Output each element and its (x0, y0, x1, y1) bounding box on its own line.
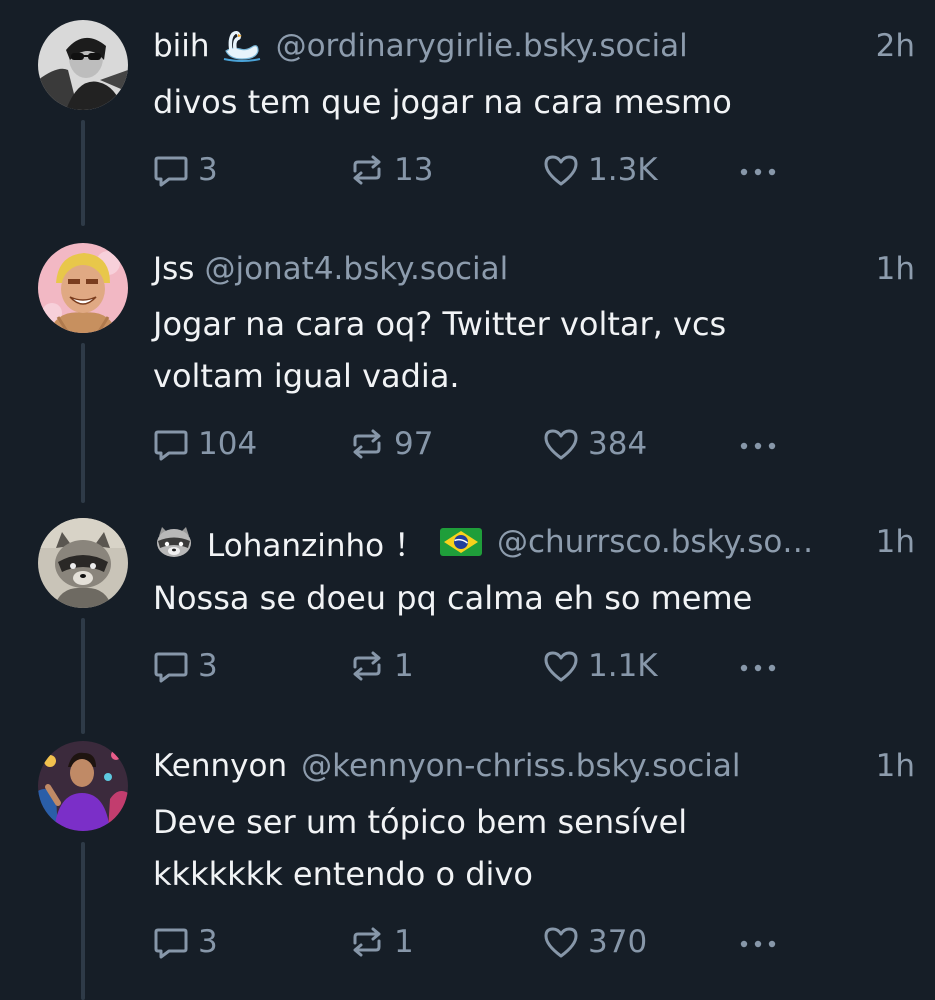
author-name[interactable]: Lohanzinho ！ (207, 520, 425, 565)
reply-button[interactable]: 3 (152, 920, 218, 964)
heart-icon (544, 155, 578, 186)
ellipsis-icon (740, 664, 776, 672)
woman-sunglasses-avatar[interactable] (38, 20, 128, 110)
ellipsis-icon (740, 940, 776, 948)
reply-count: 104 (198, 426, 258, 462)
brazil-flag-emoji (439, 526, 483, 558)
post-text: divos tem que jogar na cara mesmo (153, 76, 893, 128)
repost-button[interactable]: 1 (348, 920, 414, 964)
author-name[interactable]: biih (153, 28, 210, 64)
heart-icon (544, 927, 578, 958)
reply-icon (154, 156, 188, 187)
heart-icon (544, 651, 578, 682)
post-actions: 3 13 1.3K (150, 148, 800, 192)
post-text-line: divos tem que jogar na cara mesmo (153, 83, 732, 121)
reply-icon (154, 430, 188, 461)
reply-count: 3 (198, 152, 218, 188)
post-header: Kennyon @kennyon-chriss.bsky.social 1h (153, 744, 915, 788)
post-header: Lohanzinho ！ @churrsco.bsky.so… 1h (153, 520, 915, 564)
repost-count: 1 (394, 924, 414, 960)
raccoon-emoji (153, 524, 195, 560)
post-timestamp[interactable]: 1h (868, 251, 915, 287)
post-text: Nossa se doeu pq calma eh so meme (153, 572, 893, 624)
post-actions: 3 1 370 (150, 920, 800, 964)
post-text: Deve ser um tópico bem sensível kkkkkkk … (153, 796, 893, 900)
post-header: biih @ordinarygirlie.bsky.social 2h (153, 24, 915, 68)
more-options-button[interactable] (738, 148, 778, 192)
post-text: Jogar na cara oq? Twitter voltar, vcs vo… (153, 298, 893, 402)
reply-icon (154, 928, 188, 959)
ellipsis-icon (740, 442, 776, 450)
anime-character-avatar[interactable] (38, 243, 128, 333)
repost-button[interactable]: 1 (348, 644, 414, 688)
post-timestamp[interactable]: 2h (868, 28, 915, 64)
repost-icon (353, 927, 381, 957)
post[interactable]: biih @ordinarygirlie.bsky.social 2h divo… (0, 0, 935, 220)
post-text-line: Jogar na cara oq? Twitter voltar, vcs (153, 305, 727, 343)
ellipsis-icon (740, 168, 776, 176)
heart-icon (544, 429, 578, 460)
reply-button[interactable]: 3 (152, 148, 218, 192)
repost-icon (353, 429, 381, 459)
like-button[interactable]: 370 (542, 920, 647, 964)
like-button[interactable]: 1.1K (542, 644, 658, 688)
like-button[interactable]: 384 (542, 422, 647, 466)
repost-icon (353, 155, 381, 185)
author-handle[interactable]: @churrsco.bsky.so… (497, 524, 813, 560)
repost-count: 1 (394, 648, 414, 684)
post-text-line: kkkkkkk entendo o divo (153, 855, 533, 893)
reply-button[interactable]: 104 (152, 422, 257, 466)
author-name[interactable]: Jss (153, 251, 194, 287)
post-header: Jss @jonat4.bsky.social 1h (153, 247, 915, 291)
raccoon-avatar[interactable] (38, 518, 128, 608)
post-text-line: voltam igual vadia. (153, 357, 460, 395)
like-button[interactable]: 1.3K (542, 148, 658, 192)
like-count: 370 (588, 924, 648, 960)
repost-icon (353, 651, 381, 681)
repost-count: 97 (394, 426, 434, 462)
post-text-line: Nossa se doeu pq calma eh so meme (153, 579, 753, 617)
author-name[interactable]: Kennyon (153, 748, 287, 784)
post[interactable]: Kennyon @kennyon-chriss.bsky.social 1h D… (0, 724, 935, 1000)
post-timestamp[interactable]: 1h (870, 524, 915, 560)
like-count: 1.1K (588, 648, 658, 684)
reply-count: 3 (198, 648, 218, 684)
like-count: 1.3K (588, 152, 658, 188)
more-options-button[interactable] (738, 422, 778, 466)
post-timestamp[interactable]: 1h (868, 748, 915, 784)
more-options-button[interactable] (738, 644, 778, 688)
post-actions: 3 1 1.1K (150, 644, 800, 688)
reply-button[interactable]: 3 (152, 644, 218, 688)
author-handle[interactable]: @kennyon-chriss.bsky.social (301, 748, 740, 784)
repost-button[interactable]: 13 (348, 148, 433, 192)
swan-emoji (222, 29, 262, 63)
author-handle[interactable]: @ordinarygirlie.bsky.social (276, 28, 688, 64)
post[interactable]: Lohanzinho ！ @churrsco.bsky.so… 1h Nossa… (0, 500, 935, 724)
post-actions: 104 97 384 (150, 422, 800, 466)
post-text-line: Deve ser um tópico bem sensível (153, 803, 688, 841)
post[interactable]: Jss @jonat4.bsky.social 1h Jogar na cara… (0, 220, 935, 500)
more-options-button[interactable] (738, 920, 778, 964)
reply-icon (154, 652, 188, 683)
author-handle[interactable]: @jonat4.bsky.social (204, 251, 508, 287)
repost-button[interactable]: 97 (348, 422, 433, 466)
reply-count: 3 (198, 924, 218, 960)
repost-count: 13 (394, 152, 434, 188)
man-purple-shirt-avatar[interactable] (38, 741, 128, 831)
like-count: 384 (588, 426, 648, 462)
